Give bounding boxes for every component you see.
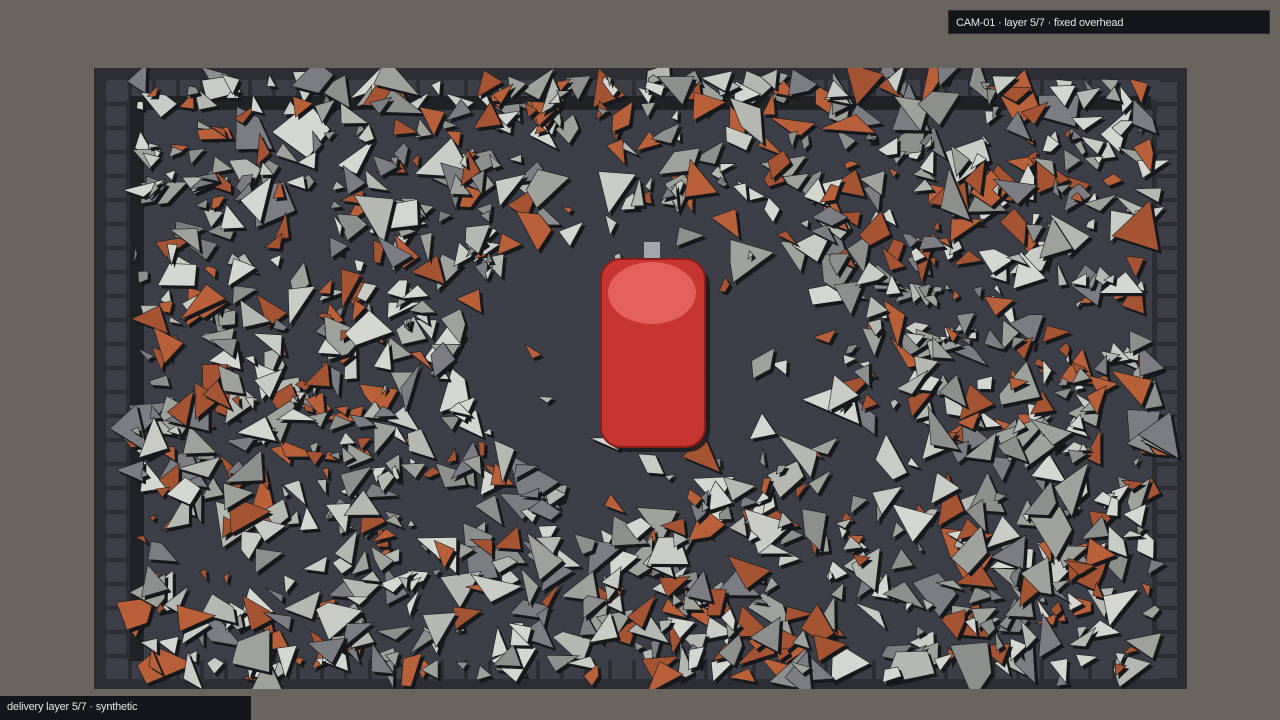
floor-tile <box>1157 298 1177 318</box>
floor-tile <box>1157 322 1177 342</box>
arena-canvas <box>94 68 1187 689</box>
floor-tile <box>1157 466 1177 486</box>
floor-tile <box>612 659 632 679</box>
floor-tile <box>106 394 126 414</box>
arena <box>94 68 1187 689</box>
floor-tile <box>106 346 126 366</box>
floor-tile <box>106 226 126 246</box>
footer-label: delivery layer 5/7 · synthetic <box>0 696 251 720</box>
debris-shard <box>136 101 144 111</box>
floor-tile <box>1157 514 1177 534</box>
floor-tile <box>106 202 126 222</box>
floor-tile <box>106 538 126 558</box>
floor-tile <box>1157 274 1177 294</box>
floor-tile <box>106 178 126 198</box>
floor-tile <box>1157 130 1177 150</box>
floor-tile <box>1157 106 1177 126</box>
camera-label: CAM-01 · layer 5/7 · fixed overhead <box>948 10 1270 34</box>
floor-tile <box>1157 226 1177 246</box>
floor-tile <box>106 490 126 510</box>
floor-tile <box>1157 346 1177 366</box>
floor-tile <box>106 562 126 582</box>
floor-tile <box>106 298 126 318</box>
canister-highlight <box>608 262 696 324</box>
floor-tile <box>1157 538 1177 558</box>
floor-tile <box>106 370 126 390</box>
floor-tile <box>106 130 126 150</box>
red-canister[interactable] <box>600 242 710 452</box>
wall-left <box>130 96 144 661</box>
floor-tile <box>106 442 126 462</box>
floor-tile <box>1157 586 1177 606</box>
floor-tile <box>106 634 126 654</box>
floor-tile <box>106 514 126 534</box>
floor-tile <box>106 82 126 102</box>
floor-tile <box>106 106 126 126</box>
floor-tile <box>106 274 126 294</box>
floor-tile <box>1157 82 1177 102</box>
floor-tile <box>106 154 126 174</box>
floor-tile <box>106 658 126 678</box>
floor-tile <box>1157 658 1177 678</box>
floor-tile <box>106 250 126 270</box>
floor-tile <box>106 322 126 342</box>
